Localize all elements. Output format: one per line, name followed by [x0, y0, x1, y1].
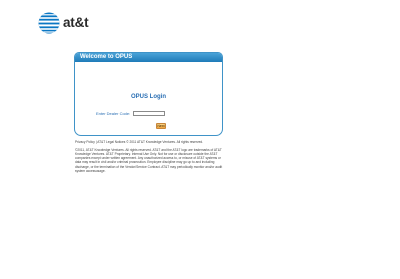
opus-login-page: at&t Welcome to OPUS OPUS Login Enter De… [0, 0, 400, 279]
login-panel: Welcome to OPUS OPUS Login Enter Dealer … [74, 52, 223, 136]
dealer-code-input[interactable] [133, 111, 166, 116]
privacy-policy-link[interactable]: Privacy Policy [75, 140, 95, 144]
footer-copyright: © 2011 AT&T Knowledge Ventures. All righ… [126, 140, 203, 144]
footer-links: Privacy Policy | AT&T Legal Notices © 20… [75, 140, 223, 144]
att-globe-icon [38, 12, 60, 34]
dealer-code-row: Enter Dealer Code: [96, 111, 166, 116]
att-wordmark: at&t [63, 15, 89, 31]
legal-notices-link[interactable]: AT&T Legal Notices [97, 140, 125, 144]
att-logo: at&t [38, 12, 89, 34]
footer: Privacy Policy | AT&T Legal Notices © 20… [75, 140, 223, 173]
legal-notice-text: ©2011, AT&T Knowledge Ventures. All righ… [75, 147, 223, 173]
login-title: OPUS Login [131, 94, 166, 100]
next-button[interactable]: Next [156, 123, 166, 129]
dealer-code-label: Enter Dealer Code: [96, 111, 131, 116]
panel-header: Welcome to OPUS [75, 53, 222, 62]
